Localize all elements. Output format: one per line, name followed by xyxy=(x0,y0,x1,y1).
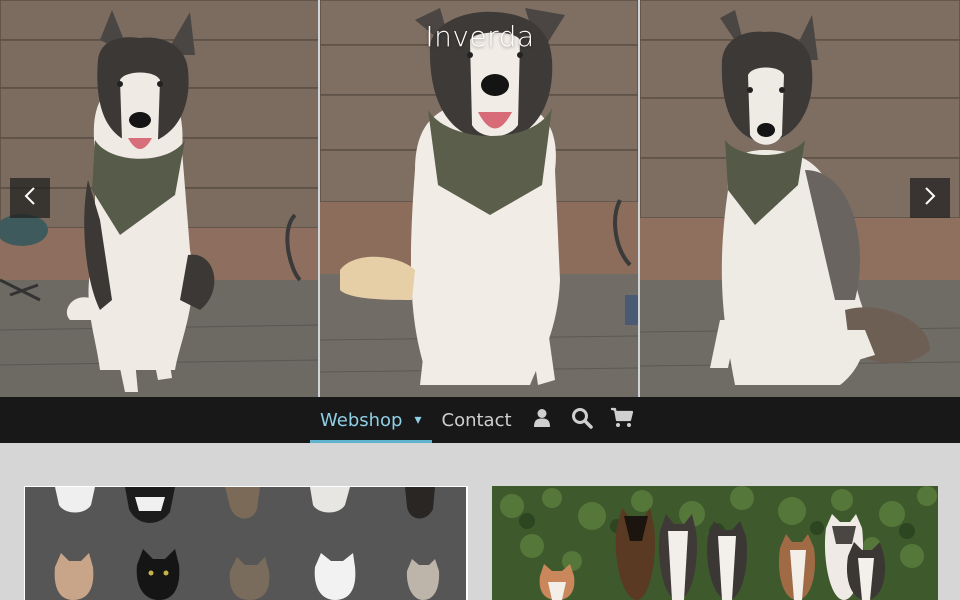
search-button[interactable] xyxy=(562,397,602,443)
nav-item-webshop[interactable]: Webshop ▾ xyxy=(310,397,432,443)
product-card-dogs[interactable] xyxy=(492,486,938,600)
account-button[interactable] xyxy=(522,397,562,443)
slider-prev-button[interactable] xyxy=(10,178,50,218)
content-area xyxy=(0,443,960,600)
chevron-right-icon xyxy=(923,186,937,210)
main-navigation: Webshop ▾ Contact xyxy=(0,397,960,443)
hero-slider: Inverda xyxy=(0,0,960,397)
cart-icon xyxy=(610,407,634,433)
chevron-left-icon xyxy=(23,186,37,210)
cats-grid-photo xyxy=(25,487,466,600)
site-title[interactable]: Inverda xyxy=(0,20,960,53)
search-icon xyxy=(571,407,593,433)
dogs-group-photo xyxy=(492,486,938,600)
hero-slide-2 xyxy=(320,0,638,397)
nav-item-label: Webshop xyxy=(320,409,403,431)
slider-next-button[interactable] xyxy=(910,178,950,218)
user-icon xyxy=(533,408,551,432)
product-card-cats[interactable] xyxy=(24,486,468,600)
nav-item-contact[interactable]: Contact xyxy=(432,397,522,443)
dropdown-caret-icon: ▾ xyxy=(414,412,422,428)
cart-button[interactable] xyxy=(602,397,642,443)
nav-item-label: Contact xyxy=(441,409,512,431)
